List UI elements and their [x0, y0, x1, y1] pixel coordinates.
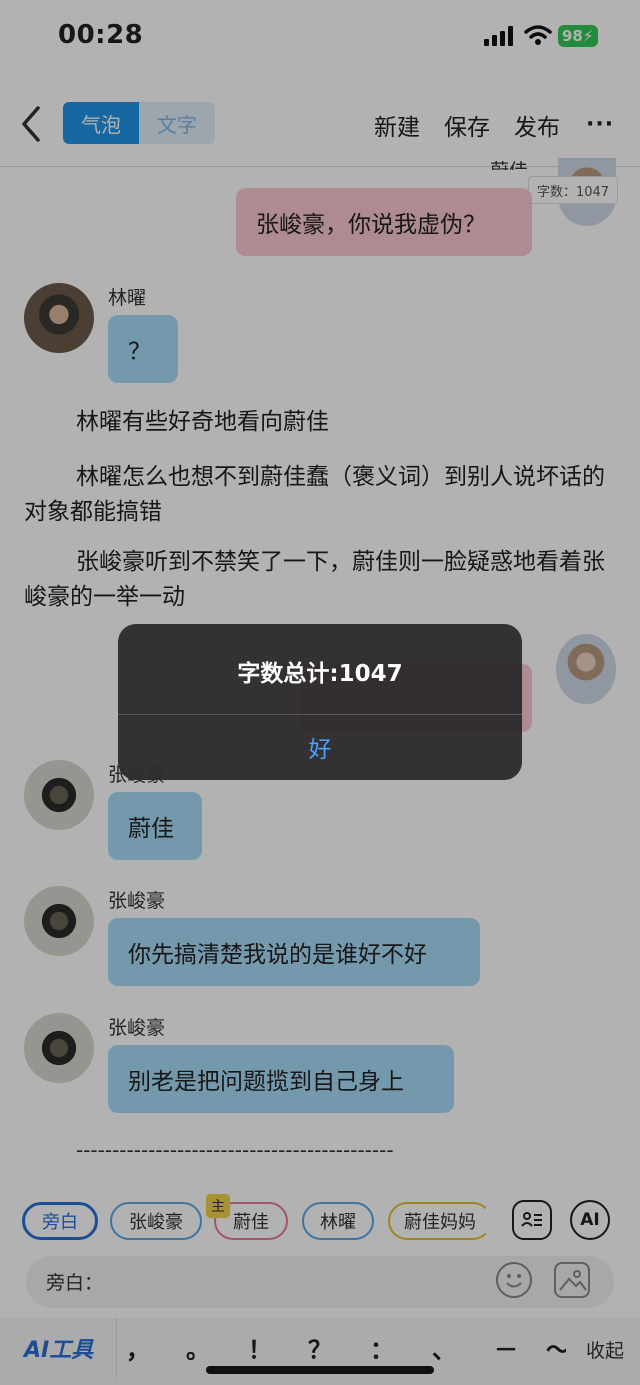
alert-ok-button[interactable]: 好: [118, 715, 522, 779]
alert-title: 字数总计:1047: [237, 661, 403, 687]
home-indicator: [206, 1366, 434, 1374]
